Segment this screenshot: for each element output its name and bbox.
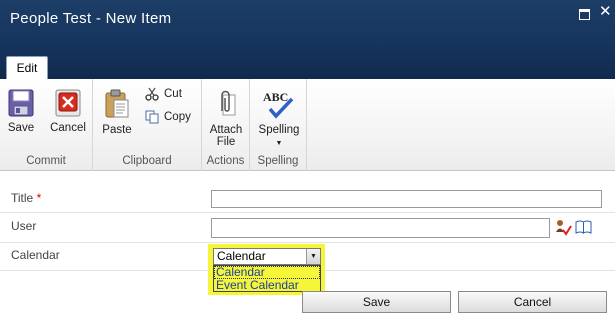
- tab-edit[interactable]: Edit: [6, 56, 48, 79]
- dropdown-option[interactable]: Event Calendar: [214, 278, 320, 292]
- copy-icon: [145, 110, 159, 124]
- title-input[interactable]: [211, 190, 602, 208]
- cancel-ribbon-label: Cancel: [50, 122, 86, 134]
- calendar-label: Calendar: [11, 248, 60, 262]
- paste-label: Paste: [102, 124, 132, 136]
- cut-label: Cut: [164, 88, 182, 101]
- spell-check-icon: ABC: [263, 90, 294, 119]
- save-ribbon-label: Save: [7, 122, 35, 134]
- ribbon-group-clipboard: Paste Cut Copy Clipboard: [93, 79, 202, 171]
- ribbon: Save Cancel Commit Paste Cut Copy Clipbo…: [0, 79, 615, 171]
- cancel-ribbon-button[interactable]: Cancel: [48, 89, 88, 134]
- form-row-user: User: [0, 213, 615, 243]
- calendar-dropdown-list: Calendar Event Calendar: [213, 265, 321, 292]
- group-label-clipboard: Clipboard: [122, 155, 172, 167]
- chevron-down-icon: ▼: [275, 140, 283, 147]
- browse-address-book-icon[interactable]: [575, 219, 592, 235]
- title-label: Title *: [11, 191, 41, 205]
- save-icon: [8, 89, 34, 117]
- scissors-icon: [145, 87, 159, 101]
- user-input[interactable]: [211, 218, 550, 238]
- window-titlebar: People Test - New Item ✕ Edit: [0, 0, 615, 79]
- paste-icon: [105, 89, 129, 118]
- group-label-spelling: Spelling: [257, 155, 299, 167]
- calendar-select-value: Calendar: [217, 249, 266, 263]
- cut-button[interactable]: Cut: [145, 87, 182, 101]
- paperclip-icon: [221, 90, 236, 116]
- close-icon[interactable]: ✕: [599, 4, 612, 19]
- user-label: User: [11, 219, 37, 233]
- group-label-commit: Commit: [26, 155, 66, 167]
- ribbon-group-spelling: ABC Spelling ▼ Spelling: [250, 79, 307, 171]
- form-row-title: Title *: [0, 183, 615, 213]
- required-mark: *: [33, 191, 42, 205]
- cancel-icon: [55, 89, 81, 117]
- attach-file-button[interactable]: Attach File: [205, 89, 247, 148]
- spelling-label: Spelling: [258, 124, 300, 136]
- ribbon-group-actions: Attach File Actions: [202, 79, 250, 171]
- calendar-select[interactable]: Calendar ▼: [213, 248, 321, 265]
- attach-label-1: Attach: [209, 124, 243, 136]
- paste-button[interactable]: Paste: [101, 89, 133, 136]
- check-names-icon[interactable]: [555, 219, 572, 236]
- maximize-icon[interactable]: [579, 9, 590, 20]
- attach-label-2: File: [216, 136, 236, 148]
- copy-button[interactable]: Copy: [145, 110, 191, 124]
- ribbon-group-commit: Save Cancel Commit: [0, 79, 93, 171]
- dropdown-option[interactable]: Calendar: [214, 266, 320, 279]
- copy-label: Copy: [164, 111, 191, 124]
- group-label-actions: Actions: [206, 155, 245, 167]
- save-ribbon-button[interactable]: Save: [6, 89, 36, 134]
- cancel-button[interactable]: Cancel: [458, 291, 607, 313]
- save-button[interactable]: Save: [302, 291, 451, 313]
- title-label-text: Title: [11, 191, 34, 205]
- chevron-down-icon[interactable]: ▼: [306, 249, 320, 264]
- window-title: People Test - New Item: [10, 10, 172, 27]
- spell-check-icon-text: ABC: [263, 90, 288, 104]
- spelling-button[interactable]: ABC Spelling ▼: [256, 89, 302, 150]
